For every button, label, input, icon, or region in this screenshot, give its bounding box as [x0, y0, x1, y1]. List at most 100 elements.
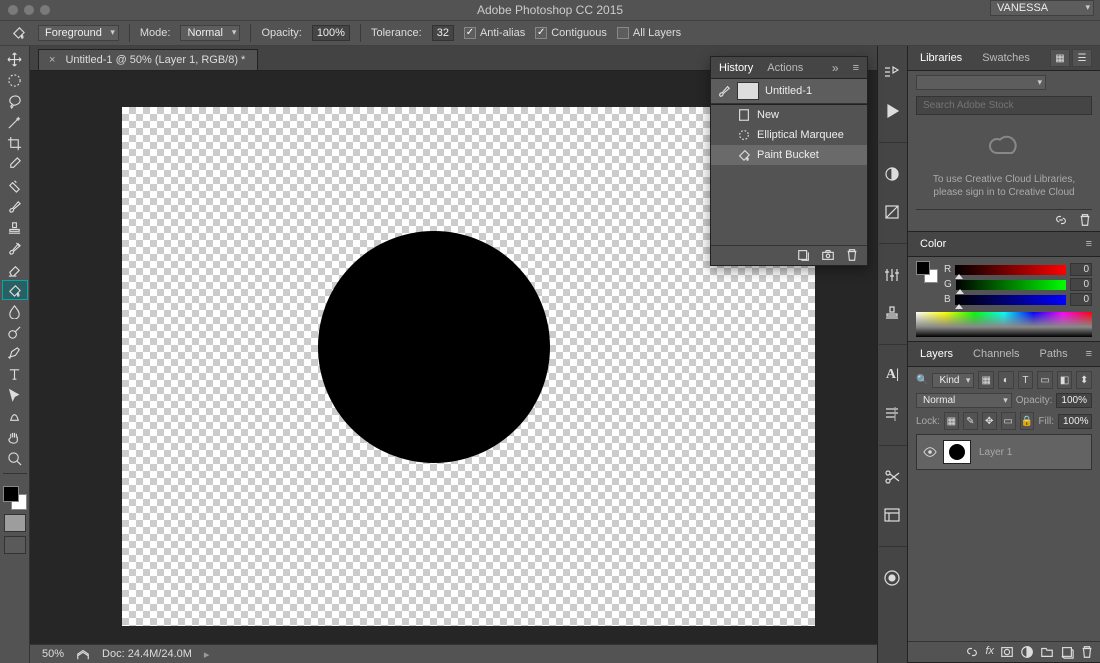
stamp-tool[interactable]: [2, 217, 28, 237]
layers-tab[interactable]: Layers: [916, 345, 957, 363]
b-value[interactable]: 0: [1070, 293, 1092, 306]
lasso-tool[interactable]: [2, 91, 28, 111]
color-swatches[interactable]: [3, 486, 27, 510]
lock-pos-icon[interactable]: ✥: [982, 412, 997, 430]
filter-smart-icon[interactable]: ◧: [1057, 371, 1073, 389]
libraries-tab[interactable]: Libraries: [916, 49, 966, 67]
swatches-tab[interactable]: Swatches: [978, 49, 1034, 67]
lock-artboard-icon[interactable]: ▭: [1001, 412, 1016, 430]
grid-view-icon[interactable]: ▦: [1050, 49, 1070, 67]
link-icon[interactable]: [1054, 213, 1068, 227]
collapse-icon[interactable]: »: [832, 61, 839, 75]
paths-tab[interactable]: Paths: [1036, 345, 1072, 363]
actions-tab[interactable]: Actions: [767, 62, 803, 74]
delete-state-icon[interactable]: [845, 248, 859, 262]
eraser-tool[interactable]: [2, 259, 28, 279]
link-layers-icon[interactable]: [965, 645, 979, 659]
lock-all-icon[interactable]: 🔒: [1020, 412, 1035, 430]
blur-tool[interactable]: [2, 301, 28, 321]
type-tool[interactable]: [2, 364, 28, 384]
play-icon[interactable]: [883, 102, 903, 120]
dodge-tool[interactable]: [2, 322, 28, 342]
character-icon[interactable]: A|: [883, 367, 903, 385]
trash-icon[interactable]: [1078, 213, 1092, 227]
clone-source-icon[interactable]: [883, 304, 903, 322]
all-layers-checkbox[interactable]: [617, 27, 629, 39]
r-value[interactable]: 0: [1070, 263, 1092, 276]
wand-tool[interactable]: [2, 112, 28, 132]
delete-layer-icon[interactable]: [1080, 645, 1094, 659]
panel-menu-icon[interactable]: ≡: [1086, 238, 1092, 250]
filter-adjust-icon[interactable]: ◐: [998, 371, 1014, 389]
lock-trans-icon[interactable]: ▦: [944, 412, 959, 430]
quick-mask-toggle[interactable]: [4, 514, 26, 532]
filter-image-icon[interactable]: ▦: [978, 371, 994, 389]
expose-icon[interactable]: [76, 647, 90, 661]
marquee-tool[interactable]: [2, 70, 28, 90]
fill-source-dropdown[interactable]: Foreground: [38, 25, 119, 41]
path-select-tool[interactable]: [2, 385, 28, 405]
channels-tab[interactable]: Channels: [969, 345, 1023, 363]
timeline-icon[interactable]: [883, 569, 903, 587]
antialias-checkbox[interactable]: [464, 27, 476, 39]
g-value[interactable]: 0: [1070, 278, 1092, 291]
fg-bg-swatch[interactable]: [916, 261, 938, 283]
history-snapshot[interactable]: Untitled-1: [711, 79, 867, 104]
library-dropdown[interactable]: [916, 75, 1046, 90]
filter-shape-icon[interactable]: ▭: [1037, 371, 1053, 389]
blend-mode-dropdown[interactable]: Normal: [180, 25, 240, 41]
hand-tool[interactable]: [2, 427, 28, 447]
visibility-icon[interactable]: [923, 445, 937, 459]
filter-kind-dropdown[interactable]: Kind: [932, 373, 974, 388]
g-slider[interactable]: [956, 280, 1066, 290]
adjustments-icon[interactable]: [883, 165, 903, 183]
window-controls[interactable]: [8, 5, 50, 15]
eyedropper-tool[interactable]: [2, 154, 28, 174]
history-step[interactable]: New: [711, 105, 867, 125]
brush-tool[interactable]: [2, 196, 28, 216]
properties-icon[interactable]: [883, 506, 903, 524]
lock-paint-icon[interactable]: ✎: [963, 412, 978, 430]
document-tab[interactable]: × Untitled-1 @ 50% (Layer 1, RGB/8) *: [38, 49, 258, 70]
brush-presets-icon[interactable]: [883, 64, 903, 82]
r-slider[interactable]: [955, 265, 1066, 275]
history-step[interactable]: Paint Bucket: [711, 145, 867, 165]
filter-toggle[interactable]: ⬍: [1076, 371, 1092, 389]
opacity-value[interactable]: 100%: [312, 25, 350, 41]
layer-name[interactable]: Layer 1: [979, 447, 1012, 458]
screen-mode-toggle[interactable]: [4, 536, 26, 554]
list-view-icon[interactable]: ☰: [1072, 49, 1092, 67]
color-spectrum[interactable]: [916, 312, 1092, 337]
layer-opacity-value[interactable]: 100%: [1056, 393, 1092, 408]
paragraph-icon[interactable]: [883, 405, 903, 423]
contiguous-checkbox[interactable]: [535, 27, 547, 39]
snapshot-icon[interactable]: [821, 248, 835, 262]
fx-icon[interactable]: fx: [985, 645, 994, 659]
pen-tool[interactable]: [2, 343, 28, 363]
filter-type-icon[interactable]: T: [1018, 371, 1034, 389]
healing-tool[interactable]: [2, 175, 28, 195]
workspace-dropdown[interactable]: VANESSA: [990, 0, 1094, 16]
b-slider[interactable]: [955, 295, 1066, 305]
history-step[interactable]: Elliptical Marquee: [711, 125, 867, 145]
adjustment-icon[interactable]: [1020, 645, 1034, 659]
layer-row[interactable]: Layer 1: [916, 434, 1092, 470]
mask-icon[interactable]: [1000, 645, 1014, 659]
shape-tool[interactable]: [2, 406, 28, 426]
history-tab[interactable]: History: [719, 62, 753, 74]
group-icon[interactable]: [1040, 645, 1054, 659]
zoom-level[interactable]: 50%: [42, 648, 64, 660]
fill-value[interactable]: 100%: [1058, 414, 1092, 429]
crop-tool[interactable]: [2, 133, 28, 153]
close-tab-icon[interactable]: ×: [49, 54, 55, 66]
zoom-tool[interactable]: [2, 448, 28, 468]
history-brush-tool[interactable]: [2, 238, 28, 258]
new-layer-icon[interactable]: [1060, 645, 1074, 659]
search-stock-input[interactable]: [916, 96, 1092, 115]
brush-settings-icon[interactable]: [883, 266, 903, 284]
bucket-tool[interactable]: [2, 280, 28, 300]
color-tab[interactable]: Color: [916, 235, 950, 253]
tolerance-value[interactable]: 32: [432, 25, 454, 41]
blend-mode-dropdown[interactable]: Normal: [916, 393, 1012, 408]
panel-menu-icon[interactable]: ≡: [853, 62, 859, 74]
